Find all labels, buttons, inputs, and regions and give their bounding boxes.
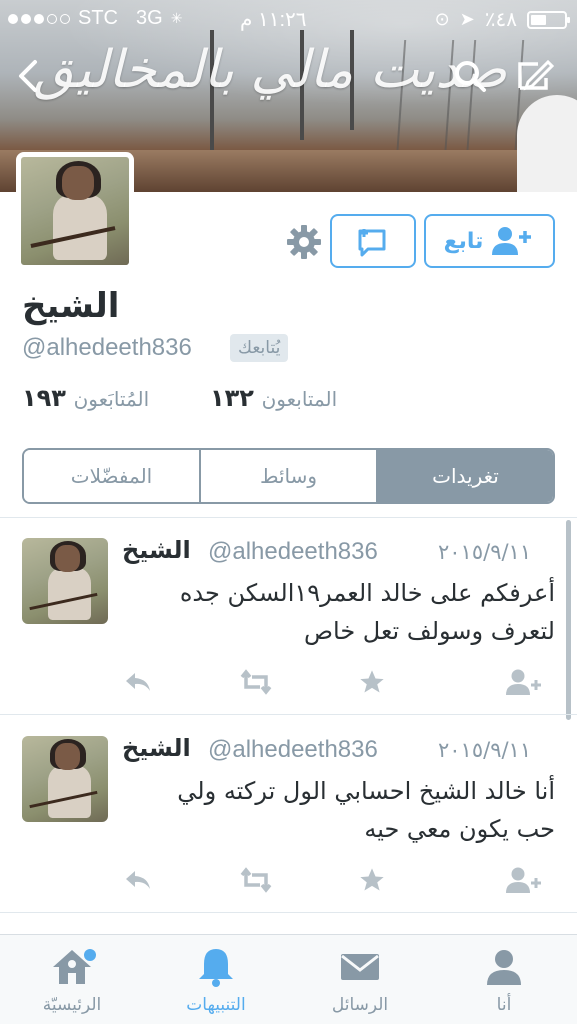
tab-notifications-label: التنبيهات xyxy=(186,995,246,1015)
follow-author-icon[interactable] xyxy=(504,860,544,900)
tweet-author-name: الشيخ xyxy=(122,536,191,564)
followers-count: ١٣٢ xyxy=(210,384,254,412)
unread-dot xyxy=(84,949,96,961)
tweet-text: أعرفكم على خالد العمر١٩السكن جده لتعرف و… xyxy=(179,579,555,645)
tab-me[interactable]: أنا xyxy=(444,945,564,1021)
followers-stat[interactable]: المتابعون ١٣٢ xyxy=(210,384,345,412)
carrier-name: STC xyxy=(78,7,118,29)
tweet-avatar[interactable] xyxy=(22,736,108,822)
profile-handle: @alhedeeth836 xyxy=(22,334,192,361)
battery-percent: ٪٤٨ xyxy=(484,9,517,31)
tab-home[interactable]: الرئيسيّة xyxy=(12,945,132,1021)
add-user-icon xyxy=(492,227,532,255)
tab-media[interactable]: وسائط xyxy=(201,450,378,502)
tab-notifications[interactable]: التنبيهات xyxy=(156,945,276,1021)
tweet-author-handle: @alhedeeth836 xyxy=(208,736,378,763)
compose-tweet-icon[interactable] xyxy=(515,56,555,96)
divider xyxy=(0,912,577,913)
person-icon xyxy=(482,945,526,989)
following-label: المُتابَعون xyxy=(73,387,150,411)
signal-dots-icon xyxy=(8,13,70,24)
tab-messages-label: الرسائل xyxy=(331,995,389,1015)
tweet-author-name: الشيخ xyxy=(122,734,191,762)
tweet-text: أنا خالد الشيخ احسابي الول تركته ولي حب … xyxy=(177,777,555,843)
bottom-tab-bar: الرئيسيّة التنبيهات الرسائل أنا xyxy=(0,934,577,1024)
follow-button-label: تابع xyxy=(443,228,484,254)
follow-author-icon[interactable] xyxy=(504,662,544,702)
tweet-date: ٢٠١٥/٩/١١ xyxy=(438,540,532,564)
orientation-lock-icon: ⊙ xyxy=(434,9,450,29)
tweet-actions xyxy=(0,662,577,702)
tweet-item[interactable]: الشيخ @alhedeeth836 ٢٠١٥/٩/١١ أنا خالد ا… xyxy=(0,716,577,912)
activity-spinner-icon: ✳ xyxy=(170,10,183,26)
tweet-author-handle: @alhedeeth836 xyxy=(208,538,378,565)
retweet-icon[interactable] xyxy=(236,662,276,702)
following-stat[interactable]: المُتابَعون ١٩٣ xyxy=(22,384,157,412)
followers-label: المتابعون xyxy=(261,387,338,411)
follow-button[interactable]: تابع xyxy=(424,214,555,268)
status-bar: STC 3G ✳ ١١:٢٦ م ⊙ ➤ ٪٤٨ xyxy=(0,0,577,40)
message-compose-icon xyxy=(358,229,386,257)
reply-icon[interactable] xyxy=(118,860,158,900)
back-chevron-icon[interactable] xyxy=(8,56,48,96)
gear-icon[interactable] xyxy=(286,224,322,260)
tweet-actions xyxy=(0,860,577,900)
following-count: ١٩٣ xyxy=(22,384,66,412)
favorite-star-icon[interactable] xyxy=(352,860,392,900)
tweet-item[interactable]: الشيخ @alhedeeth836 ٢٠١٥/٩/١١ أعرفكم على… xyxy=(0,518,577,714)
profile-tabs: تغريدات وسائط المفضّلات xyxy=(22,448,555,504)
tab-favorites[interactable]: المفضّلات xyxy=(24,450,201,502)
banner-calligraphy: صديت مالي بالمخاليق xyxy=(33,40,507,100)
bell-icon xyxy=(194,945,238,989)
profile-display-name: الشيخ xyxy=(22,286,120,326)
envelope-icon xyxy=(338,945,382,989)
tab-messages[interactable]: الرسائل xyxy=(300,945,420,1021)
search-icon[interactable] xyxy=(450,56,490,96)
retweet-icon[interactable] xyxy=(236,860,276,900)
status-time: ١١:٢٦ م xyxy=(240,9,307,31)
reply-icon[interactable] xyxy=(118,662,158,702)
tab-home-label: الرئيسيّة xyxy=(42,995,102,1015)
network-type: 3G xyxy=(136,7,163,29)
divider xyxy=(0,714,577,715)
follows-you-badge: يُتابعك xyxy=(230,334,289,362)
favorite-star-icon[interactable] xyxy=(352,662,392,702)
tab-tweets[interactable]: تغريدات xyxy=(378,450,553,502)
tab-me-label: أنا xyxy=(496,995,512,1015)
battery-icon xyxy=(527,10,570,29)
tweet-date: ٢٠١٥/٩/١١ xyxy=(438,738,532,762)
direct-message-button[interactable] xyxy=(330,214,416,268)
tweet-avatar[interactable] xyxy=(22,538,108,624)
location-arrow-icon: ➤ xyxy=(459,9,475,29)
profile-avatar[interactable] xyxy=(16,152,134,270)
